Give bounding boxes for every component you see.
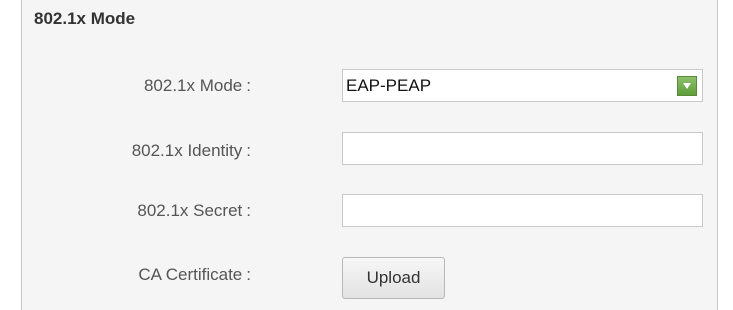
section-title: 802.1x Mode [34,9,136,28]
secret-label-colon: : [246,201,251,220]
secret-input[interactable] [342,194,703,227]
mode-label-text: 802.1x Mode [143,76,243,95]
secret-label-text: 802.1x Secret [137,201,243,220]
identity-label: 802.1x Identity: [132,141,251,161]
mode-select[interactable]: EAP-PEAP [342,69,703,102]
ca-certificate-label: CA Certificate: [138,265,251,285]
ca-certificate-label-text: CA Certificate [138,265,243,284]
identity-label-text: 802.1x Identity [131,141,243,160]
mode-select-value: EAP-PEAP [346,76,432,95]
secret-label: 802.1x Secret: [137,201,251,221]
identity-label-colon: : [246,141,251,160]
settings-panel: 802.1x Mode 802.1x Mode: EAP-PEAP 802.1x… [21,0,718,310]
ca-certificate-label-colon: : [246,265,251,284]
mode-label: 802.1x Mode: [144,76,251,96]
upload-button[interactable]: Upload [342,257,445,299]
mode-label-colon: : [246,76,251,95]
chevron-down-icon[interactable] [677,76,697,96]
identity-input[interactable] [342,132,703,165]
